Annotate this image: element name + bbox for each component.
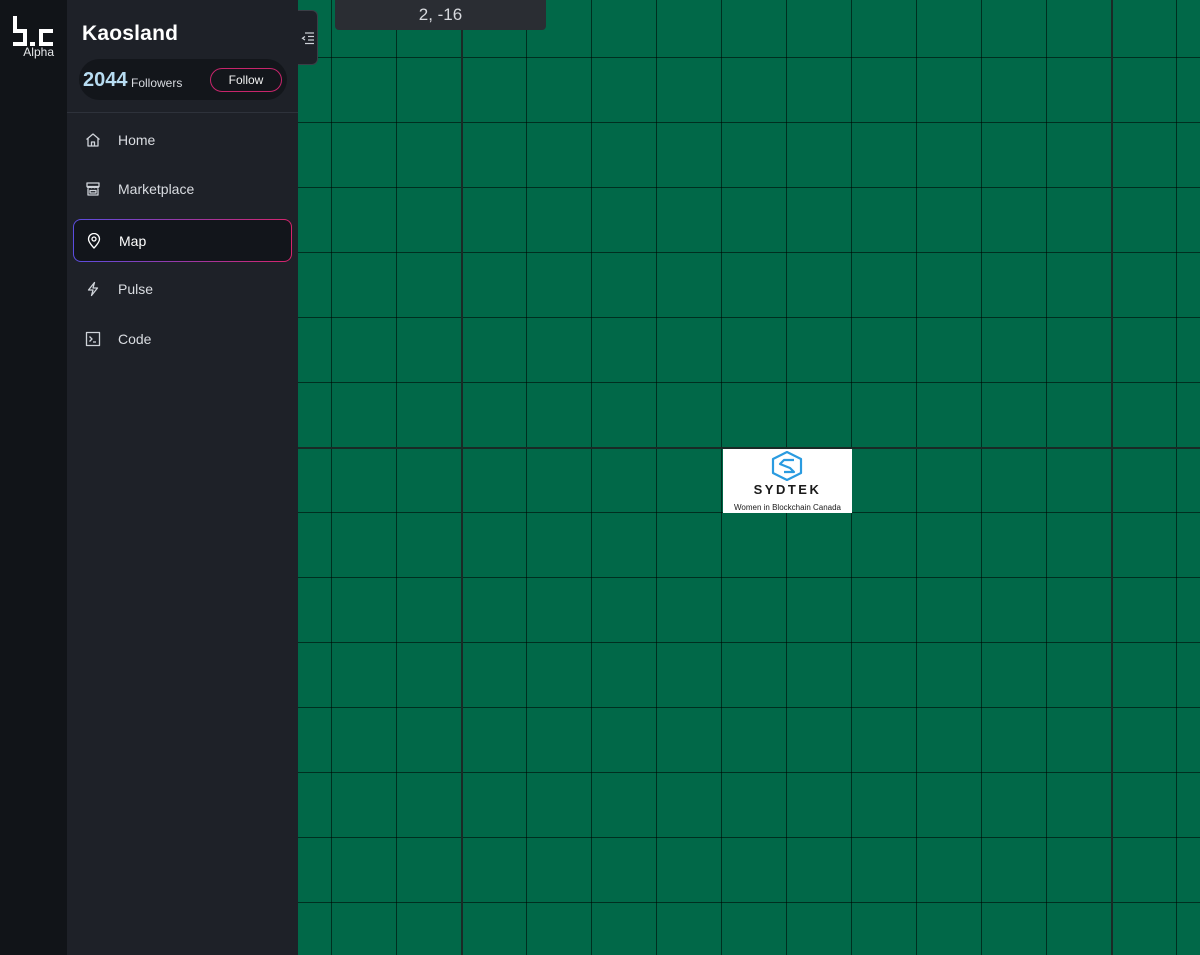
terminal-icon xyxy=(85,331,101,347)
sidebar-item-label: Pulse xyxy=(118,281,154,297)
sidebar-item-map[interactable]: Map xyxy=(73,219,292,262)
followers-count: 2044 xyxy=(83,69,128,91)
lightning-icon xyxy=(87,281,99,297)
bc-logo-icon[interactable] xyxy=(13,16,55,46)
collapse-menu-icon xyxy=(301,32,314,45)
follow-button[interactable]: Follow xyxy=(210,68,282,92)
home-icon xyxy=(86,133,100,147)
map-tile-sydtek[interactable]: SYDTEK Women in Blockchain Canada xyxy=(723,449,852,513)
map-canvas[interactable]: 2, -16 SYDTEK Women in Blockchain Canada xyxy=(298,0,1200,955)
space-title: Kaosland xyxy=(82,22,179,45)
followers-label: Followers xyxy=(131,76,183,90)
map-axis-vertical xyxy=(1111,0,1113,955)
alpha-tag: Alpha xyxy=(23,45,54,59)
sidebar-item-pulse[interactable]: Pulse xyxy=(73,268,292,311)
store-icon xyxy=(86,182,100,196)
sidebar: Kaosland 2044 Followers Follow Home Mark… xyxy=(67,0,298,955)
coordinate-readout: 2, -16 xyxy=(335,0,546,30)
tile-tagline: Women in Blockchain Canada xyxy=(733,503,842,512)
brand-rail: Alpha xyxy=(0,0,67,955)
map-pin-icon xyxy=(87,233,101,249)
sidebar-item-label: Map xyxy=(119,233,147,249)
sydtek-logo-icon xyxy=(771,451,803,481)
tile-name: SYDTEK xyxy=(753,482,822,497)
sidebar-item-code[interactable]: Code xyxy=(73,318,292,361)
sidebar-item-label: Code xyxy=(118,331,152,347)
sidebar-divider xyxy=(67,112,298,113)
sidebar-item-marketplace[interactable]: Marketplace xyxy=(73,168,292,211)
follow-bar: 2044 Followers Follow xyxy=(79,59,287,100)
sidebar-item-label: Home xyxy=(118,132,156,148)
collapse-sidebar-button[interactable] xyxy=(298,10,318,65)
map-axis-vertical xyxy=(461,0,463,955)
sidebar-item-label: Marketplace xyxy=(118,181,195,197)
sidebar-item-home[interactable]: Home xyxy=(73,119,292,162)
